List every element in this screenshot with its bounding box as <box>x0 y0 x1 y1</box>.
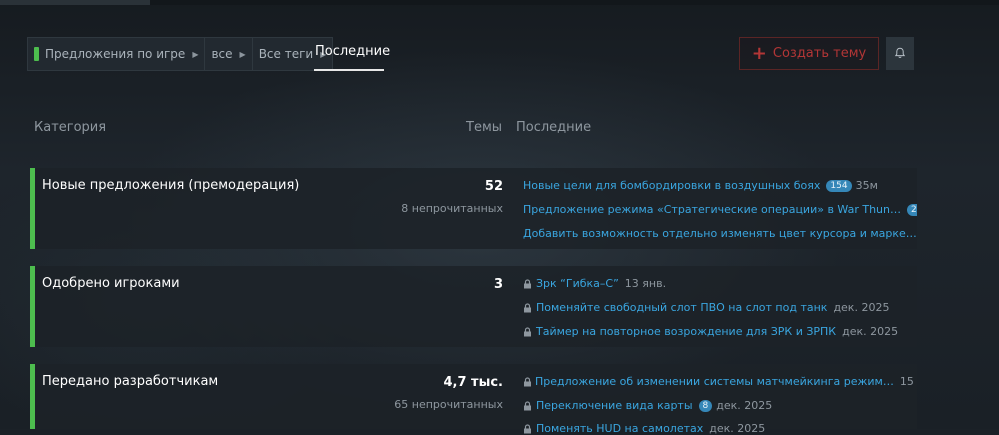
category-row[interactable]: Одобрено игроками 3 Зрк “Гибка–С” 13 янв… <box>30 266 917 347</box>
latest-topic[interactable]: Зрк “Гибка–С” 13 янв. <box>523 277 917 290</box>
topic-title[interactable]: Зрк “Гибка–С” <box>536 277 619 290</box>
topic-title[interactable]: Новые цели для бомбордировки в воздушных… <box>523 179 820 192</box>
latest-topic[interactable]: Новые цели для бомбордировки в воздушных… <box>523 179 917 192</box>
category-color-bar <box>30 266 35 347</box>
topic-time: дек. 2025 <box>716 399 773 412</box>
category-name[interactable]: Одобрено игроками <box>42 276 180 291</box>
topic-title[interactable]: Таймер на повторное возрождение для ЗРК … <box>536 325 836 338</box>
category-row[interactable]: Передано разработчикам 4,7 тыс. 65 непро… <box>30 364 917 435</box>
latest-topic[interactable]: Таймер на повторное возрождение для ЗРК … <box>523 325 917 338</box>
breadcrumb-subcategory-label: все <box>211 47 233 61</box>
latest-topic[interactable]: Предложение режима «Стратегические опера… <box>523 203 917 216</box>
topic-count: 4,7 тыс. <box>443 375 504 390</box>
topic-time: 13 янв. <box>624 277 667 290</box>
column-header-latest[interactable]: Последние <box>516 120 591 135</box>
breadcrumb: Предложения по игре ▶ все ▶ Все теги ▶ <box>27 37 334 71</box>
column-header-topics[interactable]: Темы <box>466 120 502 135</box>
caret-right-icon: ▶ <box>192 49 199 59</box>
unread-count[interactable]: 65 непрочитанных <box>394 398 503 411</box>
unread-count[interactable]: 8 непрочитанных <box>401 202 503 215</box>
topic-title[interactable]: Добавить возможность отдельно изменять ц… <box>523 227 917 240</box>
breadcrumb-subcategory[interactable]: все ▶ <box>205 37 253 71</box>
category-row[interactable]: Новые предложения (премодерация) 52 8 не… <box>30 168 917 249</box>
reply-count-badge[interactable]: 20 <box>907 203 917 216</box>
category-color-bar <box>30 168 35 249</box>
plus-icon: + <box>751 42 767 64</box>
tab-active-indicator <box>314 69 384 71</box>
category-name[interactable]: Новые предложения (премодерация) <box>42 178 299 193</box>
topic-count: 3 <box>493 277 503 292</box>
notification-button[interactable] <box>886 37 914 70</box>
breadcrumb-tags-label: Все теги <box>258 47 314 61</box>
topic-count: 52 <box>484 179 503 194</box>
topic-time: 35м <box>855 179 878 192</box>
topic-time: дек. 2025 <box>833 301 890 314</box>
category-color-marker <box>34 47 39 61</box>
lock-icon <box>523 400 533 411</box>
latest-topic[interactable]: Предложение об изменении системы матчмей… <box>523 375 917 388</box>
lock-icon <box>523 278 533 289</box>
column-header-category[interactable]: Категория <box>34 120 106 135</box>
lock-icon <box>523 326 533 337</box>
top-strip <box>0 0 999 5</box>
category-name[interactable]: Передано разработчикам <box>42 374 218 389</box>
category-color-bar <box>30 364 35 429</box>
reply-count-badge[interactable]: 154 <box>826 179 852 192</box>
breadcrumb-category[interactable]: Предложения по игре ▶ <box>27 37 206 71</box>
breadcrumb-category-label: Предложения по игре <box>45 47 186 61</box>
lock-icon <box>523 376 532 387</box>
topic-title[interactable]: Предложение об изменении системы матчмей… <box>535 375 894 388</box>
latest-topic[interactable]: Поменяйте свободный слот ПВО на слот под… <box>523 301 917 314</box>
tab-latest[interactable]: Последние <box>315 44 390 59</box>
create-topic-button[interactable]: + Создать тему <box>739 37 879 70</box>
latest-topic[interactable]: Добавить возможность отдельно изменять ц… <box>523 227 917 240</box>
create-topic-label: Создать тему <box>772 46 867 61</box>
latest-topic[interactable]: Переключение вида карты 8 дек. 2025 <box>523 399 917 412</box>
topic-time: дек. 2025 <box>842 325 899 338</box>
topic-title[interactable]: Переключение вида карты <box>536 399 693 412</box>
topic-title[interactable]: Поменяйте свободный слот ПВО на слот под… <box>536 301 827 314</box>
caret-right-icon: ▶ <box>239 49 246 59</box>
lock-icon <box>523 302 533 313</box>
topic-time: 15 янв. <box>899 375 917 388</box>
topic-title[interactable]: Предложение режима «Стратегические опера… <box>523 203 901 216</box>
bell-icon <box>894 44 906 63</box>
reply-count-badge[interactable]: 8 <box>698 399 713 412</box>
